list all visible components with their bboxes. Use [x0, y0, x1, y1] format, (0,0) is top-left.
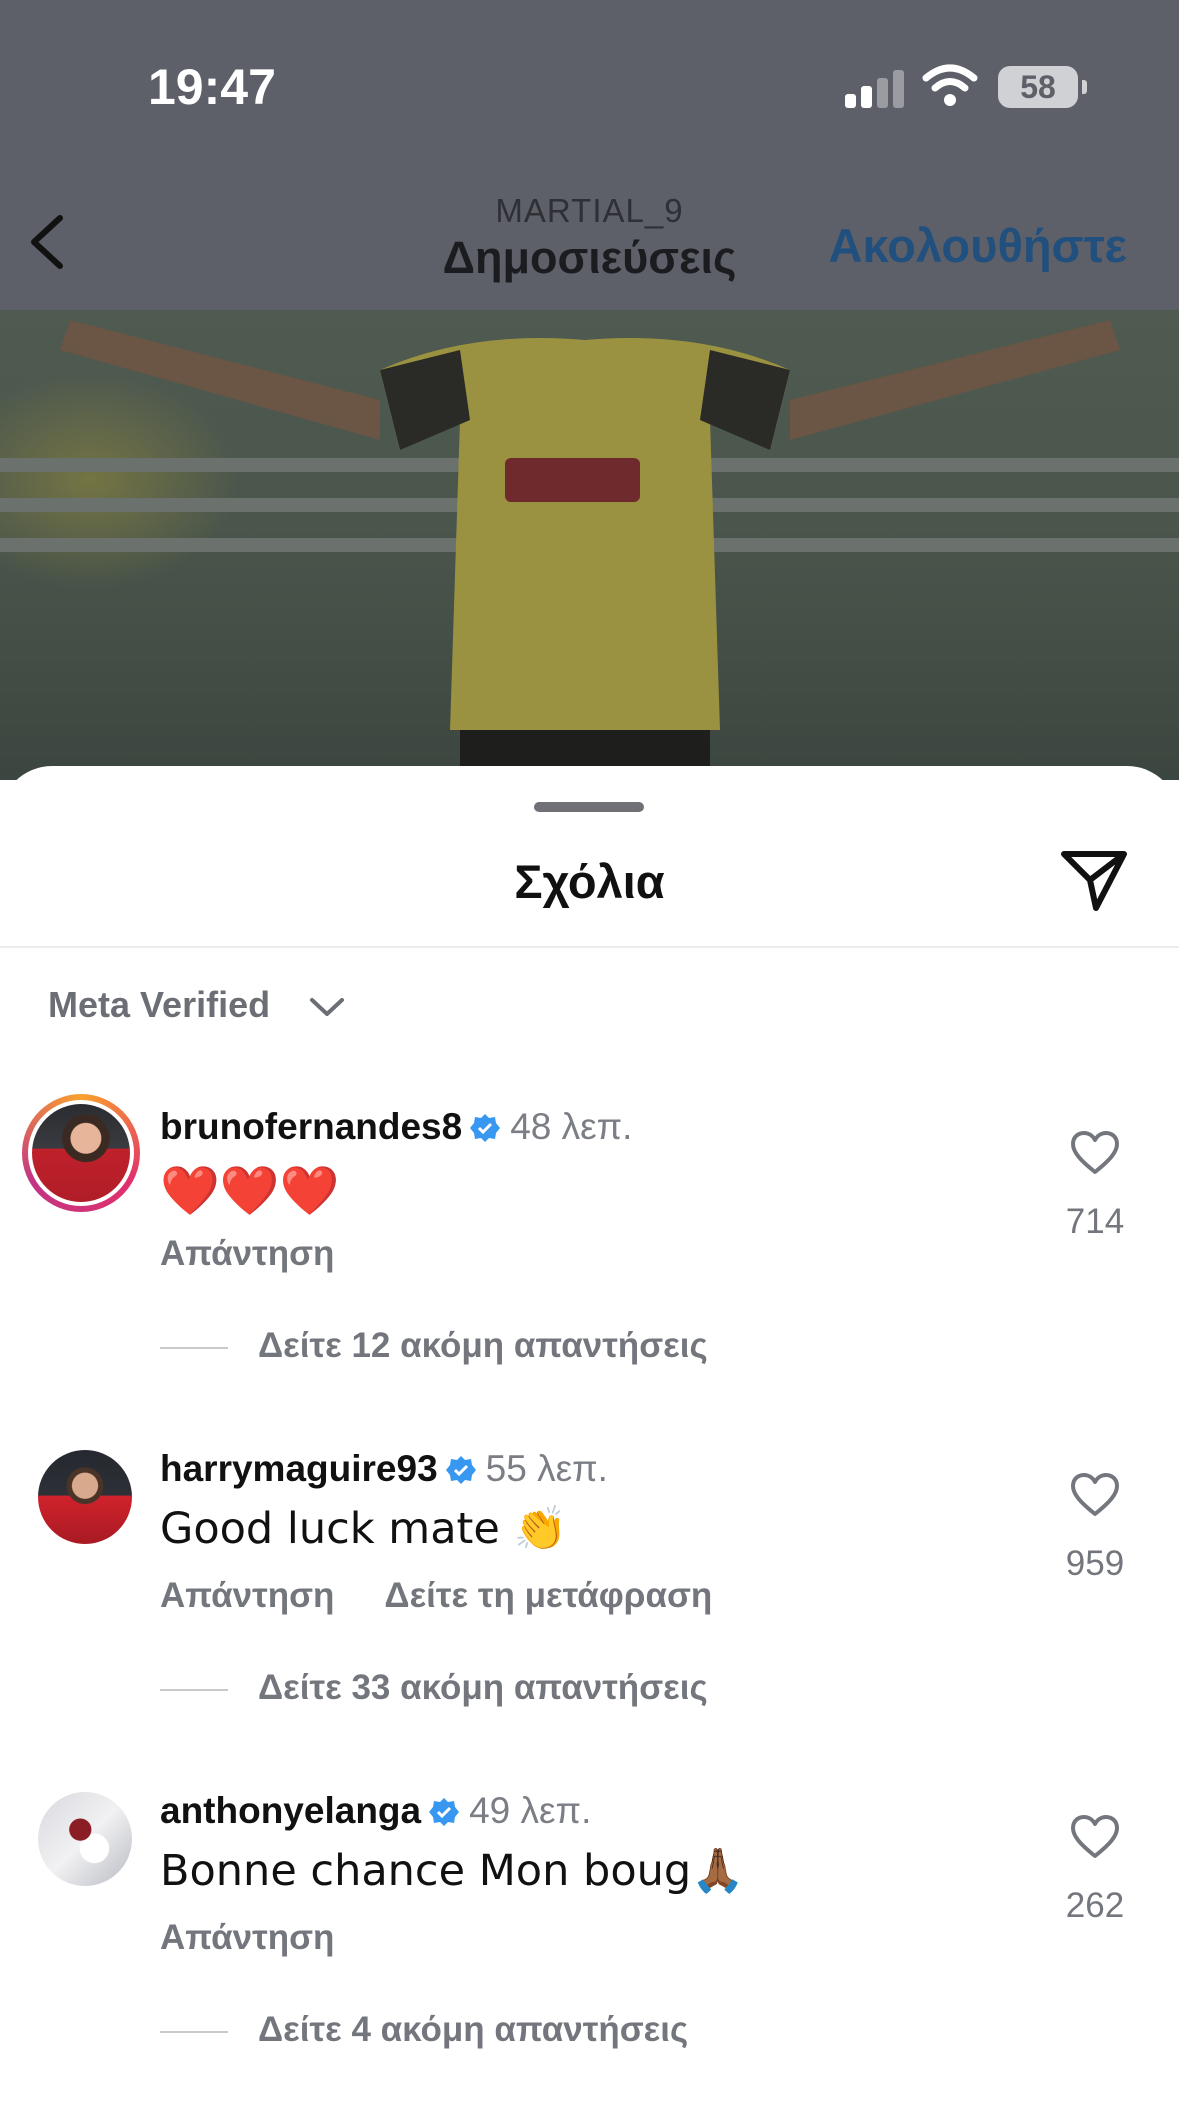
like-count: 959	[1065, 1544, 1125, 1583]
battery-tip	[1082, 80, 1087, 94]
reply-button[interactable]: Απάντηση	[160, 1918, 334, 1957]
heart-icon[interactable]	[1070, 1472, 1120, 1518]
like-control: 714	[1055, 1130, 1135, 1242]
player-figure	[60, 320, 1120, 780]
avatar[interactable]	[22, 1094, 140, 1212]
replies-line	[160, 2030, 228, 2033]
comment-username[interactable]: anthonyelanga	[160, 1790, 421, 1831]
comment-item: anthonyelanga 49 λεπ. Bonne chance Mon bo…	[0, 1790, 1179, 2090]
comment-actions: Απάντηση	[160, 1918, 334, 1958]
view-replies-link[interactable]: Δείτε 12 ακόμη απαντήσεις	[160, 1326, 708, 1366]
view-replies-link[interactable]: Δείτε 33 ακόμη απαντήσεις	[160, 1668, 708, 1708]
status-time: 19:47	[148, 59, 276, 115]
comment-username[interactable]: brunofernandes8	[160, 1106, 462, 1147]
comment-time: 49 λεπ.	[469, 1790, 592, 1831]
view-replies-label[interactable]: Δείτε 33 ακόμη απαντήσεις	[258, 1668, 708, 1707]
verified-badge-icon	[445, 1456, 476, 1484]
heart-icon[interactable]	[1070, 1814, 1120, 1860]
follow-button[interactable]: Ακολουθήστε	[829, 218, 1127, 273]
comment-username[interactable]: harrymaguire93	[160, 1448, 438, 1489]
view-replies-label[interactable]: Δείτε 4 ακόμη απαντήσεις	[258, 2010, 688, 2049]
sheet-grabber[interactable]	[534, 802, 644, 812]
avatar[interactable]	[38, 1792, 132, 1886]
comment-header: anthonyelanga 49 λεπ.	[160, 1790, 591, 1832]
battery-indicator: 58	[998, 66, 1078, 108]
comment-header: brunofernandes8 48 λεπ.	[160, 1106, 632, 1148]
sheet-divider	[0, 946, 1179, 948]
comment-text: Bonne chance Mon boug🙏🏾	[160, 1846, 745, 1896]
comment-time: 55 λεπ.	[485, 1448, 608, 1489]
avatar[interactable]	[38, 1450, 132, 1544]
replies-line	[160, 1688, 228, 1691]
like-count: 262	[1065, 1886, 1125, 1925]
reply-button[interactable]: Απάντηση	[160, 1234, 334, 1273]
verified-badge-icon	[429, 1798, 460, 1826]
like-count: 714	[1065, 1202, 1125, 1241]
wifi-icon	[922, 64, 978, 106]
comment-header: harrymaguire93 55 λεπ.	[160, 1448, 608, 1490]
reply-button[interactable]: Απάντηση	[160, 1576, 334, 1615]
heart-icon[interactable]	[1070, 1130, 1120, 1176]
see-translation-button[interactable]: Δείτε τη μετάφραση	[384, 1576, 712, 1615]
chevron-down-icon[interactable]	[308, 994, 346, 1020]
comment-item: brunofernandes8 48 λεπ. ❤️❤️❤️ Απάντηση Δ…	[0, 1094, 1179, 1406]
like-control: 959	[1055, 1472, 1135, 1584]
comment-actions: Απάντηση	[160, 1234, 334, 1274]
share-send-icon[interactable]	[1058, 848, 1130, 914]
view-replies-label[interactable]: Δείτε 12 ακόμη απαντήσεις	[258, 1326, 708, 1365]
comment-text: Good luck mate 👏	[160, 1504, 568, 1554]
like-control: 262	[1055, 1814, 1135, 1926]
post-photo	[0, 310, 1179, 780]
verified-badge-icon	[470, 1114, 501, 1142]
replies-line	[160, 1346, 228, 1349]
view-replies-link[interactable]: Δείτε 4 ακόμη απαντήσεις	[160, 2010, 688, 2050]
comment-actions: Απάντηση Δείτε τη μετάφραση	[160, 1576, 712, 1616]
sheet-title: Σχόλια	[514, 855, 665, 908]
comments-sheet: Σχόλια Meta Verified brunofernandes8 48 λ…	[0, 766, 1179, 2109]
comment-text: ❤️❤️❤️	[160, 1163, 340, 1219]
comments-filter-dropdown[interactable]: Meta Verified	[48, 984, 270, 1026]
comment-time: 48 λεπ.	[510, 1106, 633, 1147]
cellular-signal-icon	[845, 68, 905, 108]
comment-item: harrymaguire93 55 λεπ. Good luck mate 👏 Α…	[0, 1448, 1179, 1748]
